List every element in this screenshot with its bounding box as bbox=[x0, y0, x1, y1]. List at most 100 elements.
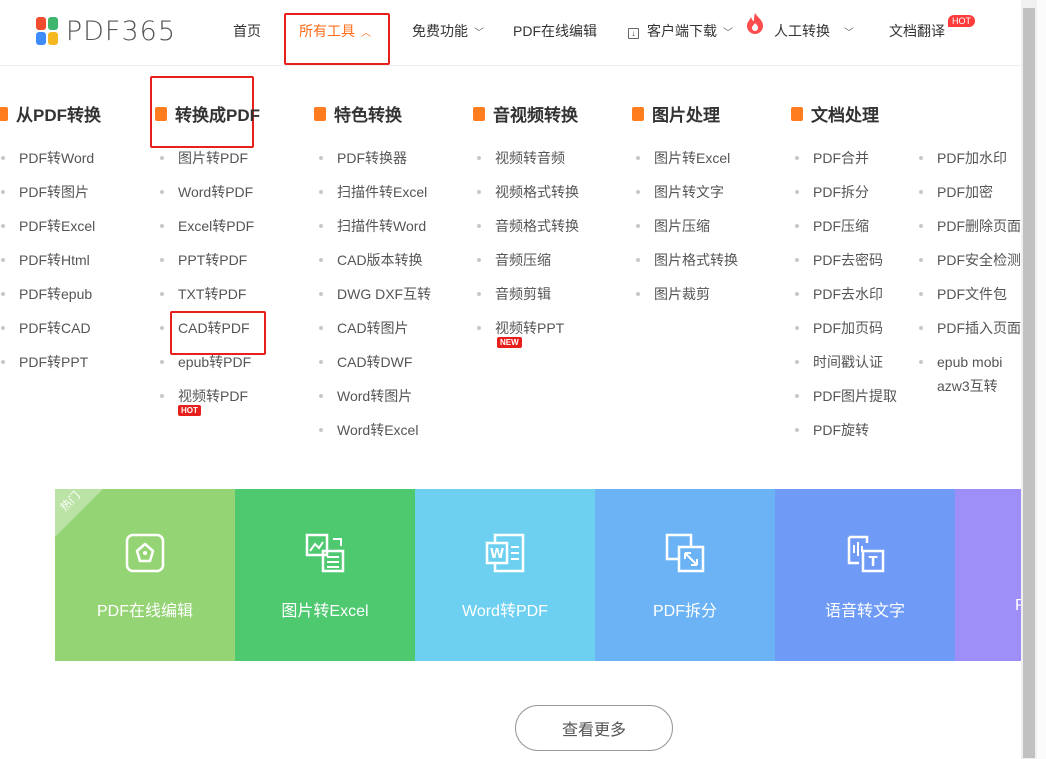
list-from-pdf: PDF转Word PDF转图片 PDF转Excel PDF转Html PDF转e… bbox=[1, 148, 95, 386]
list-item[interactable]: CAD转图片 bbox=[319, 318, 431, 352]
tile-pdf-split[interactable]: PDF拆分 bbox=[595, 489, 775, 661]
list-item-label: 视频转PPT bbox=[495, 320, 565, 336]
nav-translate-label: 文档翻译 bbox=[889, 23, 945, 39]
list-item[interactable]: PDF去水印 bbox=[795, 284, 897, 318]
list-item[interactable]: PDF转Html bbox=[1, 250, 95, 284]
list-item[interactable]: 扫描件转Word bbox=[319, 216, 431, 250]
category-title-text: 文档处理 bbox=[811, 106, 879, 125]
list-item[interactable]: Word转图片 bbox=[319, 386, 431, 420]
category-title-to-pdf: 转换成PDF bbox=[155, 101, 260, 126]
list-item[interactable]: Excel转PDF bbox=[160, 216, 254, 250]
nav-online-edit[interactable]: PDF在线编辑 bbox=[513, 21, 597, 41]
list-item-continued[interactable]: azw3互转 bbox=[919, 376, 1021, 410]
speech-text-icon: T bbox=[847, 535, 885, 573]
list-item[interactable]: 时间戳认证 bbox=[795, 352, 897, 386]
split-icon bbox=[665, 533, 705, 573]
category-title-special: 特色转换 bbox=[314, 101, 402, 126]
tile-label: 图片转Excel bbox=[281, 603, 369, 620]
list-item[interactable]: PDF转CAD bbox=[1, 318, 95, 352]
list-item[interactable]: CAD版本转换 bbox=[319, 250, 431, 284]
list-item[interactable]: TXT转PDF bbox=[160, 284, 254, 318]
document-icon bbox=[791, 106, 803, 121]
list-item[interactable]: 图片压缩 bbox=[636, 216, 738, 250]
tile-pdf-edit[interactable]: 热门 PDF在线编辑 bbox=[55, 489, 235, 661]
list-item[interactable]: Word转PDF bbox=[160, 182, 254, 216]
list-item[interactable]: PDF加密 bbox=[919, 182, 1021, 216]
tile-label: Word转PDF bbox=[462, 603, 548, 620]
nav-client-download[interactable]: ↓ 客户端下载 ﹀ bbox=[628, 21, 733, 41]
list-item[interactable]: PPT转PDF bbox=[160, 250, 254, 284]
list-item-video-to-pdf[interactable]: 视频转PDF HOT bbox=[160, 386, 254, 420]
list-to-pdf: 图片转PDF Word转PDF Excel转PDF PPT转PDF TXT转PD… bbox=[160, 148, 254, 420]
tile-word-to-pdf[interactable]: W Word转PDF bbox=[415, 489, 595, 661]
list-item[interactable]: PDF转图片 bbox=[1, 182, 95, 216]
nav-manual-convert[interactable]: 人工转换 ﹀ bbox=[774, 21, 854, 41]
list-item[interactable]: 图片格式转换 bbox=[636, 250, 738, 284]
list-item[interactable]: PDF转换器 bbox=[319, 148, 431, 182]
list-item[interactable]: CAD转DWF bbox=[319, 352, 431, 386]
list-item[interactable]: PDF拆分 bbox=[795, 182, 897, 216]
chevron-down-icon: ﹀ bbox=[723, 28, 733, 39]
list-item[interactable]: PDF文件包 bbox=[919, 284, 1021, 318]
tile-label: 语音转文字 bbox=[824, 603, 905, 620]
scrollbar-thumb[interactable] bbox=[1023, 8, 1035, 758]
tile-image-to-excel[interactable]: 图片转Excel bbox=[235, 489, 415, 661]
list-item[interactable]: PDF图片提取 bbox=[795, 386, 897, 420]
list-item[interactable]: 图片转Excel bbox=[636, 148, 738, 182]
highlight-box-all-tools bbox=[284, 13, 390, 65]
list-item-label: 视频转PDF bbox=[178, 388, 248, 404]
list-item[interactable]: 音频压缩 bbox=[477, 250, 579, 284]
list-item-video-to-ppt[interactable]: 视频转PPT NEW bbox=[477, 318, 579, 352]
list-item[interactable]: epub转PDF bbox=[160, 352, 254, 386]
list-item[interactable]: PDF加水印 bbox=[919, 148, 1021, 182]
logo[interactable]: PDF365 bbox=[36, 16, 176, 47]
list-item[interactable]: 音频剪辑 bbox=[477, 284, 579, 318]
list-item[interactable]: 图片裁剪 bbox=[636, 284, 738, 318]
list-item[interactable]: PDF插入页面 bbox=[919, 318, 1021, 352]
nav-download-label: 客户端下载 bbox=[647, 23, 717, 39]
list-item[interactable]: PDF压缩 bbox=[795, 216, 897, 250]
list-item[interactable]: PDF转Word bbox=[1, 148, 95, 182]
category-title-av: 音视频转换 bbox=[473, 101, 578, 126]
category-title-text: 从PDF转换 bbox=[16, 106, 101, 125]
nav-translate[interactable]: 文档翻译HOT bbox=[889, 15, 975, 41]
hot-badge: HOT bbox=[948, 15, 975, 27]
list-item[interactable]: 视频转音频 bbox=[477, 148, 579, 182]
list-item[interactable]: epub mobi bbox=[919, 352, 1021, 376]
tile-label: PDF拆分 bbox=[652, 603, 717, 620]
from-pdf-icon bbox=[0, 106, 8, 121]
new-badge: NEW bbox=[497, 337, 522, 348]
list-item[interactable]: PDF旋转 bbox=[795, 420, 897, 454]
list-av: 视频转音频 视频格式转换 音频格式转换 音频压缩 音频剪辑 视频转PPT NEW bbox=[477, 148, 579, 352]
category-title-from-pdf: 从PDF转换 bbox=[0, 101, 101, 126]
svg-text:W: W bbox=[490, 547, 504, 562]
list-item[interactable]: DWG DXF互转 bbox=[319, 284, 431, 318]
list-item[interactable]: 图片转文字 bbox=[636, 182, 738, 216]
list-item[interactable]: PDF加页码 bbox=[795, 318, 897, 352]
list-item[interactable]: 音频格式转换 bbox=[477, 216, 579, 250]
list-item-cad-to-pdf[interactable]: CAD转PDF bbox=[160, 318, 254, 352]
tile-speech-to-text[interactable]: T 语音转文字 bbox=[775, 489, 955, 661]
nav-free-features[interactable]: 免费功能 ﹀ bbox=[412, 21, 484, 41]
list-item[interactable]: 图片转PDF bbox=[160, 148, 254, 182]
tile-partial[interactable]: P bbox=[955, 489, 1021, 661]
tile-label: PDF在线编辑 bbox=[96, 603, 193, 620]
view-more-button[interactable]: 查看更多 bbox=[515, 705, 673, 751]
list-item[interactable]: PDF转PPT bbox=[1, 352, 95, 386]
list-item[interactable]: PDF转Excel bbox=[1, 216, 95, 250]
list-item[interactable]: 扫描件转Excel bbox=[319, 182, 431, 216]
list-item[interactable]: PDF合并 bbox=[795, 148, 897, 182]
nav-home[interactable]: 首页 bbox=[233, 21, 261, 41]
fire-icon bbox=[745, 12, 765, 37]
chevron-down-icon: ﹀ bbox=[474, 28, 484, 39]
category-title-text: 特色转换 bbox=[334, 106, 402, 125]
list-item[interactable]: PDF去密码 bbox=[795, 250, 897, 284]
list-item[interactable]: 视频格式转换 bbox=[477, 182, 579, 216]
list-image: 图片转Excel 图片转文字 图片压缩 图片格式转换 图片裁剪 bbox=[636, 148, 738, 318]
list-item[interactable]: PDF转epub bbox=[1, 284, 95, 318]
list-item[interactable]: PDF删除页面 bbox=[919, 216, 1021, 250]
word-pdf-icon: W bbox=[485, 533, 525, 573]
image-excel-icon bbox=[305, 533, 345, 573]
list-item[interactable]: PDF安全检测 bbox=[919, 250, 1021, 284]
list-item[interactable]: Word转Excel bbox=[319, 420, 431, 454]
